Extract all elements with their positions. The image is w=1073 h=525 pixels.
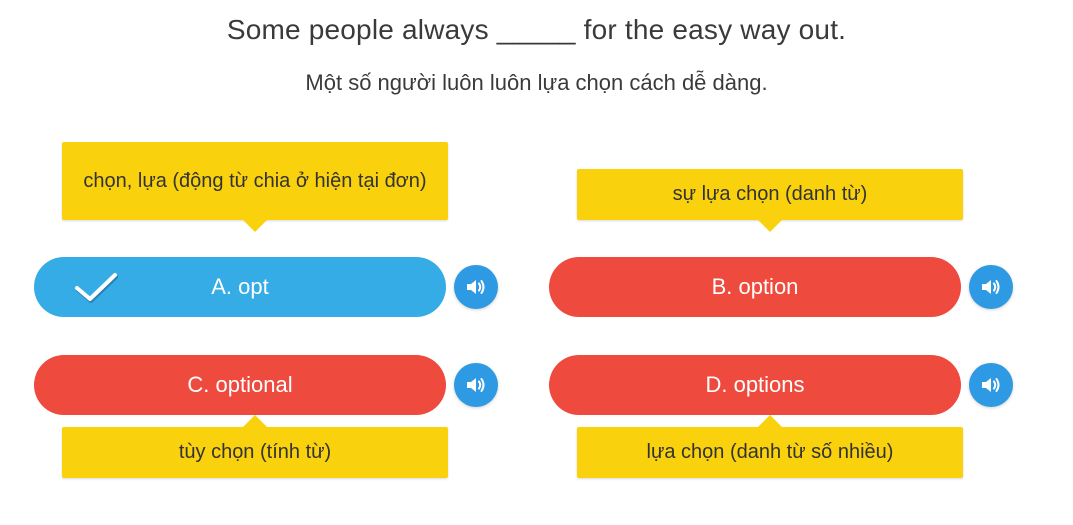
hint-option-d-text: lựa chọn (danh từ số nhiều) (646, 441, 894, 463)
option-c-label: C. optional (187, 372, 293, 397)
option-b-audio-button[interactable] (969, 265, 1013, 309)
speaker-icon (467, 378, 485, 392)
hint-option-d: lựa chọn (danh từ số nhiều) (577, 415, 963, 478)
question-translation: Một số người luôn luôn lựa chọn cách dễ … (305, 70, 768, 95)
option-d-label: D. options (705, 372, 805, 397)
option-c-audio-button[interactable] (454, 363, 498, 407)
hint-option-b: sự lựa chọn (danh từ) (577, 169, 963, 232)
speaker-icon (982, 378, 1000, 392)
speaker-icon (982, 280, 1000, 294)
option-a-audio-button[interactable] (454, 265, 498, 309)
question-sentence: Some people always _____ for the easy wa… (226, 14, 847, 45)
speaker-icon (467, 280, 485, 294)
option-b-label: B. option (711, 274, 799, 299)
checkmark-icon (75, 273, 118, 303)
option-d-button[interactable]: D. options (549, 355, 961, 415)
option-c-button[interactable]: C. optional (34, 355, 446, 415)
option-d-audio-button[interactable] (969, 363, 1013, 407)
hint-option-c-text: tùy chọn (tính từ) (178, 441, 332, 463)
option-a-button[interactable]: A. opt (34, 257, 446, 317)
hint-option-b-text: sự lựa chọn (danh từ) (672, 183, 868, 205)
hint-option-a-text: chọn, lựa (động từ chia ở hiện tại đơn) (83, 169, 427, 192)
option-a-label: A. opt (211, 274, 269, 299)
hint-option-c: tùy chọn (tính từ) (62, 415, 448, 478)
hint-option-a: chọn, lựa (động từ chia ở hiện tại đơn) (62, 142, 448, 232)
option-b-button[interactable]: B. option (549, 257, 961, 317)
